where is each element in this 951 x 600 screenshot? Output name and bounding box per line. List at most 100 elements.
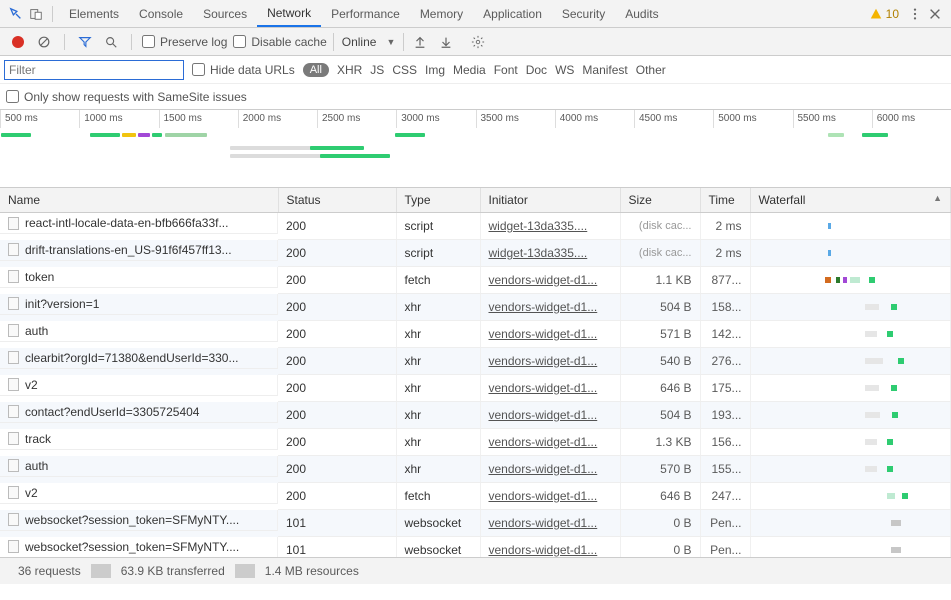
request-initiator[interactable]: vendors-widget-d1... bbox=[489, 435, 598, 449]
request-row[interactable]: auth200xhrvendors-widget-d1...571 B142..… bbox=[0, 321, 951, 348]
request-name: contact?endUserId=3305725404 bbox=[25, 405, 199, 419]
warnings-badge[interactable]: 10 bbox=[870, 7, 899, 21]
tab-console[interactable]: Console bbox=[129, 0, 193, 27]
upload-har-icon[interactable] bbox=[410, 32, 430, 52]
request-initiator[interactable]: vendors-widget-d1... bbox=[489, 273, 598, 287]
devtools-tabs: ElementsConsoleSourcesNetworkPerformance… bbox=[0, 0, 951, 28]
request-initiator[interactable]: vendors-widget-d1... bbox=[489, 354, 598, 368]
col-type[interactable]: Type bbox=[396, 188, 480, 213]
request-row[interactable]: react-intl-locale-data-en-bfb666fa33f...… bbox=[0, 213, 951, 240]
filter-type-img[interactable]: Img bbox=[425, 63, 445, 77]
tab-performance[interactable]: Performance bbox=[321, 0, 410, 27]
record-button[interactable] bbox=[8, 32, 28, 52]
file-icon bbox=[8, 297, 19, 310]
request-time: 276... bbox=[700, 348, 750, 375]
filter-type-all[interactable]: All bbox=[303, 63, 329, 77]
status-transferred: 63.9 KB transferred bbox=[111, 564, 235, 578]
clear-icon[interactable] bbox=[34, 32, 54, 52]
request-initiator[interactable]: vendors-widget-d1... bbox=[489, 327, 598, 341]
disable-cache-checkbox[interactable]: Disable cache bbox=[233, 35, 326, 49]
filter-type-font[interactable]: Font bbox=[494, 63, 518, 77]
request-row[interactable]: init?version=1200xhrvendors-widget-d1...… bbox=[0, 294, 951, 321]
request-initiator[interactable]: vendors-widget-d1... bbox=[489, 381, 598, 395]
request-type: xhr bbox=[396, 294, 480, 321]
request-initiator[interactable]: vendors-widget-d1... bbox=[489, 408, 598, 422]
request-row[interactable]: auth200xhrvendors-widget-d1...570 B155..… bbox=[0, 456, 951, 483]
request-status: 200 bbox=[278, 375, 396, 402]
request-row[interactable]: websocket?session_token=SFMyNTY....101we… bbox=[0, 510, 951, 537]
hide-data-urls-checkbox[interactable]: Hide data URLs bbox=[192, 63, 295, 77]
device-toggle-icon[interactable] bbox=[26, 4, 46, 24]
kebab-icon[interactable] bbox=[905, 4, 925, 24]
request-row[interactable]: websocket?session_token=SFMyNTY....101we… bbox=[0, 537, 951, 559]
waterfall-cell bbox=[759, 243, 943, 263]
col-name[interactable]: Name bbox=[0, 188, 278, 213]
request-initiator[interactable]: widget-13da335.... bbox=[489, 219, 588, 233]
request-size: 1.3 KB bbox=[620, 429, 700, 456]
request-row[interactable]: token200fetchvendors-widget-d1...1.1 KB8… bbox=[0, 267, 951, 294]
filter-type-manifest[interactable]: Manifest bbox=[582, 63, 627, 77]
request-initiator[interactable]: vendors-widget-d1... bbox=[489, 300, 598, 314]
request-initiator[interactable]: vendors-widget-d1... bbox=[489, 489, 598, 503]
download-har-icon[interactable] bbox=[436, 32, 456, 52]
filter-type-xhr[interactable]: XHR bbox=[337, 63, 362, 77]
col-waterfall[interactable]: Waterfall▲ bbox=[750, 188, 951, 213]
samesite-checkbox[interactable]: Only show requests with SameSite issues bbox=[6, 90, 247, 104]
preserve-log-checkbox[interactable]: Preserve log bbox=[142, 35, 227, 49]
tab-network[interactable]: Network bbox=[257, 0, 321, 27]
request-time: 175... bbox=[700, 375, 750, 402]
status-resources: 1.4 MB resources bbox=[255, 564, 369, 578]
request-row[interactable]: clearbit?orgId=71380&endUserId=330...200… bbox=[0, 348, 951, 375]
tab-security[interactable]: Security bbox=[552, 0, 615, 27]
file-icon bbox=[8, 378, 19, 391]
file-icon bbox=[8, 270, 19, 283]
request-initiator[interactable]: widget-13da335.... bbox=[489, 246, 588, 260]
col-status[interactable]: Status bbox=[278, 188, 396, 213]
filter-type-doc[interactable]: Doc bbox=[526, 63, 547, 77]
tab-elements[interactable]: Elements bbox=[59, 0, 129, 27]
close-icon[interactable] bbox=[925, 4, 945, 24]
col-time[interactable]: Time bbox=[700, 188, 750, 213]
col-size[interactable]: Size bbox=[620, 188, 700, 213]
request-type: script bbox=[396, 213, 480, 240]
search-icon[interactable] bbox=[101, 32, 121, 52]
filter-bar: Hide data URLs All XHR JS CSS Img Media Font Do… bbox=[0, 56, 951, 84]
waterfall-cell bbox=[759, 216, 943, 236]
request-initiator[interactable]: vendors-widget-d1... bbox=[489, 462, 598, 476]
request-time: 877... bbox=[700, 267, 750, 294]
request-row[interactable]: drift-translations-en_US-91f6f457ff13...… bbox=[0, 240, 951, 267]
filter-type-media[interactable]: Media bbox=[453, 63, 486, 77]
request-row[interactable]: v2200fetchvendors-widget-d1...646 B247..… bbox=[0, 483, 951, 510]
filter-type-js[interactable]: JS bbox=[370, 63, 384, 77]
tab-audits[interactable]: Audits bbox=[615, 0, 668, 27]
network-toolbar: Preserve log Disable cache Online▼ bbox=[0, 28, 951, 56]
request-initiator[interactable]: vendors-widget-d1... bbox=[489, 543, 598, 557]
tab-memory[interactable]: Memory bbox=[410, 0, 473, 27]
file-icon bbox=[8, 243, 19, 256]
filter-type-other[interactable]: Other bbox=[636, 63, 666, 77]
timeline-overview[interactable]: 500 ms1000 ms1500 ms2000 ms2500 ms3000 m… bbox=[0, 110, 951, 188]
request-row[interactable]: contact?endUserId=3305725404200xhrvendor… bbox=[0, 402, 951, 429]
col-initiator[interactable]: Initiator bbox=[480, 188, 620, 213]
filter-type-css[interactable]: CSS bbox=[392, 63, 417, 77]
settings-gear-icon[interactable] bbox=[468, 32, 488, 52]
filter-input[interactable] bbox=[4, 60, 184, 80]
request-size: 571 B bbox=[620, 321, 700, 348]
tab-application[interactable]: Application bbox=[473, 0, 552, 27]
inspect-icon[interactable] bbox=[6, 4, 26, 24]
samesite-row: Only show requests with SameSite issues bbox=[0, 84, 951, 110]
waterfall-cell bbox=[759, 270, 943, 290]
request-name: clearbit?orgId=71380&endUserId=330... bbox=[25, 351, 239, 365]
file-icon bbox=[8, 513, 19, 526]
request-row[interactable]: track200xhrvendors-widget-d1...1.3 KB156… bbox=[0, 429, 951, 456]
throttle-select[interactable]: Online▼ bbox=[333, 33, 405, 51]
request-name: track bbox=[25, 432, 51, 446]
waterfall-cell bbox=[759, 378, 943, 398]
request-row[interactable]: v2200xhrvendors-widget-d1...646 B175... bbox=[0, 375, 951, 402]
filter-icon[interactable] bbox=[75, 32, 95, 52]
filter-type-ws[interactable]: WS bbox=[555, 63, 574, 77]
tab-sources[interactable]: Sources bbox=[193, 0, 257, 27]
request-initiator[interactable]: vendors-widget-d1... bbox=[489, 516, 598, 530]
request-time: 156... bbox=[700, 429, 750, 456]
request-name: init?version=1 bbox=[25, 297, 99, 311]
